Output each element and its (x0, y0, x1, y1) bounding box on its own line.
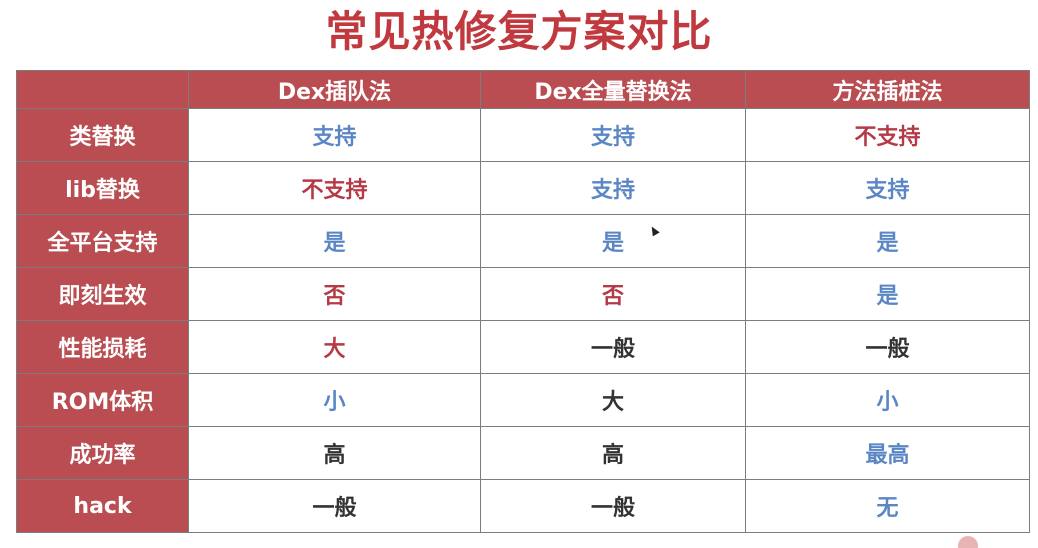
table-row: 即刻生效 否 否 是 (16, 267, 1030, 321)
table-row: ROM体积 小 大 小 (16, 373, 1030, 427)
table-header-row: Dex插队法 Dex全量替换法 方法插桩法 (16, 70, 1030, 109)
table-cell: 否 (188, 267, 481, 321)
table-row: 成功率 高 高 最高 (16, 426, 1030, 480)
table-cell: 支持 (188, 108, 481, 162)
decorative-dot (958, 536, 978, 548)
table-cell: 一般 (745, 320, 1030, 374)
row-label: hack (16, 479, 189, 533)
table-cell: 大 (480, 373, 746, 427)
table-cell: 一般 (188, 479, 481, 533)
table-row: lib替换 不支持 支持 支持 (16, 161, 1030, 215)
table-cell: 是 (188, 214, 481, 268)
table-row: 类替换 支持 支持 不支持 (16, 108, 1030, 162)
table-cell: 小 (745, 373, 1030, 427)
row-label: ROM体积 (16, 373, 189, 427)
row-label: 全平台支持 (16, 214, 189, 268)
row-label: 成功率 (16, 426, 189, 480)
table-cell: 一般 (480, 479, 746, 533)
row-label: 性能损耗 (16, 320, 189, 374)
table-cell: 小 (188, 373, 481, 427)
table-cell: 是 (745, 267, 1030, 321)
table-cell: 支持 (480, 161, 746, 215)
table-cell: 无 (745, 479, 1030, 533)
column-header: Dex全量替换法 (480, 70, 746, 109)
table-cell: 是 (480, 214, 746, 268)
table-cell: 不支持 (745, 108, 1030, 162)
header-corner-cell (16, 70, 189, 109)
table-cell: 支持 (480, 108, 746, 162)
column-header: 方法插桩法 (745, 70, 1030, 109)
table-cell: 大 (188, 320, 481, 374)
comparison-table: Dex插队法 Dex全量替换法 方法插桩法 类替换 支持 支持 不支持 lib替… (16, 70, 1030, 533)
table-cell: 支持 (745, 161, 1030, 215)
table-row: 全平台支持 是 是 是 (16, 214, 1030, 268)
table-cell: 一般 (480, 320, 746, 374)
table-row: 性能损耗 大 一般 一般 (16, 320, 1030, 374)
column-header: Dex插队法 (188, 70, 481, 109)
table-cell: 不支持 (188, 161, 481, 215)
table-cell: 是 (745, 214, 1030, 268)
table-cell: 高 (480, 426, 746, 480)
table-row: hack 一般 一般 无 (16, 479, 1030, 533)
row-label: 类替换 (16, 108, 189, 162)
row-label: 即刻生效 (16, 267, 189, 321)
table-cell: 高 (188, 426, 481, 480)
row-label: lib替换 (16, 161, 189, 215)
table-cell: 最高 (745, 426, 1030, 480)
table-cell: 否 (480, 267, 746, 321)
page-title: 常见热修复方案对比 (325, 7, 713, 56)
